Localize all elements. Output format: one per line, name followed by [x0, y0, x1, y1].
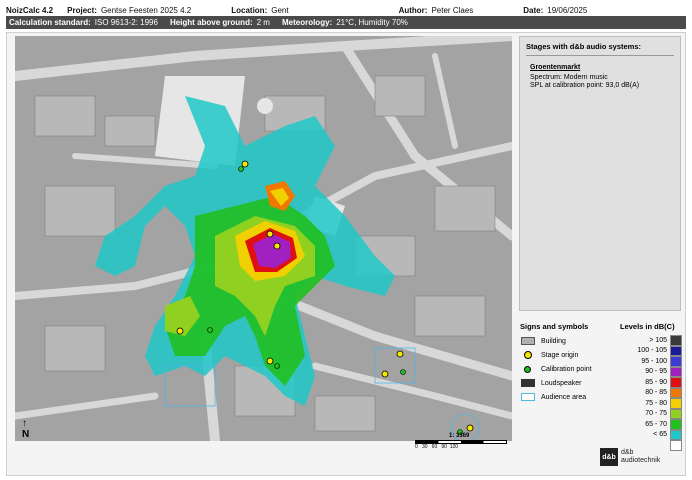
legend-label: Stage origin	[541, 351, 579, 359]
legend-label: Building	[541, 337, 566, 345]
project-label: Project:	[67, 5, 97, 15]
logo-name-line2: audiotechnik	[621, 457, 661, 464]
audience-area-icon	[521, 393, 535, 401]
north-arrow-icon: ↑ N	[22, 418, 30, 440]
level-row: 70 - 75	[612, 408, 682, 419]
legend-stage-origin: Stage origin	[521, 350, 578, 360]
app-title: NoizCalc 4.2	[6, 5, 54, 15]
level-swatch	[670, 335, 682, 346]
level-swatch	[670, 419, 682, 430]
level-row: 85 - 90	[612, 377, 682, 388]
legend-label: Calibration point	[541, 365, 592, 373]
level-row: 100 - 105	[612, 345, 682, 356]
meteorology-value: 21°C, Humidity 70%	[336, 18, 408, 27]
level-swatch	[670, 440, 682, 451]
level-swatch	[670, 387, 682, 398]
level-row: 65 - 70	[612, 419, 682, 430]
level-label: 80 - 85	[645, 389, 667, 397]
project-value: Gentse Feesten 2025 4.2	[100, 5, 192, 15]
date-value: 19/06/2025	[547, 5, 588, 15]
calibration-point-icon	[524, 365, 531, 373]
logo-mark: d&b	[600, 448, 618, 466]
level-label: 65 - 70	[645, 420, 667, 428]
scale-ticks: 0 30 60 90 120	[415, 444, 459, 450]
author-label: Author:	[398, 5, 428, 15]
level-swatch	[670, 356, 682, 367]
level-row: 75 - 80	[612, 398, 682, 409]
legend-audience-area: Audience area	[521, 392, 586, 402]
legend-building: Building	[521, 336, 566, 346]
legend-calibration-point: Calibration point	[521, 364, 592, 374]
noise-map[interactable]	[15, 36, 512, 441]
level-label: 75 - 80	[645, 399, 667, 407]
date-label: Date:	[523, 5, 544, 15]
level-swatch	[670, 377, 682, 388]
building-icon	[521, 337, 535, 345]
author-value: Peter Claes	[431, 5, 474, 15]
stages-divider	[526, 55, 674, 56]
logo-name-line1: d&b	[621, 449, 634, 456]
calc-standard-value: ISO 9613-2: 1996	[94, 18, 158, 27]
signs-title: Signs and symbols	[520, 322, 589, 331]
meteorology-label: Meteorology:	[281, 18, 333, 27]
level-row: 95 - 100	[612, 356, 682, 367]
logo-name: d&b audiotechnik	[621, 449, 660, 465]
level-row: 80 - 85	[612, 387, 682, 398]
level-swatch	[670, 429, 682, 440]
report-header: NoizCalc 4.2 Project: Gentse Feesten 202…	[6, 4, 686, 16]
noise-map-svg	[15, 36, 512, 441]
stage-spectrum: Spectrum: Modern music	[530, 74, 608, 81]
legend-label: Audience area	[541, 393, 587, 401]
level-label: 100 - 105	[637, 347, 667, 355]
level-label: 95 - 100	[641, 357, 667, 365]
level-swatch	[670, 398, 682, 409]
level-row: 90 - 95	[612, 366, 682, 377]
calculation-bar: Calculation standard: ISO 9613-2: 1996 H…	[6, 16, 686, 29]
level-label: 90 - 95	[645, 368, 667, 376]
location-value: Gent	[271, 5, 289, 15]
levels-title: Levels in dB(C)	[620, 322, 675, 331]
brand-logo: d&b d&b audiotechnik	[600, 448, 660, 466]
level-swatch	[670, 366, 682, 377]
stages-panel: Stages with d&b audio systems: Groentenm…	[519, 36, 681, 311]
scale-ratio: 1: 3369	[449, 433, 470, 439]
level-row: < 65	[612, 429, 682, 440]
stage-name: Groentenmarkt	[530, 64, 581, 71]
level-label: 70 - 75	[645, 410, 667, 418]
stage-spl: SPL at calibration point: 93,0 dB(A)	[530, 82, 640, 89]
height-label: Height above ground:	[169, 18, 253, 27]
level-row: > 105	[612, 335, 682, 346]
legend-loudspeaker: Loudspeaker	[521, 378, 581, 388]
level-label: 85 - 90	[645, 378, 667, 386]
level-swatch	[670, 345, 682, 356]
location-label: Location:	[231, 5, 268, 15]
level-swatch	[670, 408, 682, 419]
loudspeaker-icon	[521, 379, 535, 387]
stages-title: Stages with d&b audio systems:	[526, 42, 642, 51]
stage-origin-icon	[524, 351, 532, 359]
level-label: < 65	[653, 431, 667, 439]
calc-standard-label: Calculation standard:	[9, 18, 91, 27]
level-label: > 105	[649, 336, 667, 344]
legend-label: Loudspeaker	[541, 379, 582, 387]
map-scale: 1: 3369 0 30 60 90 120	[415, 433, 507, 450]
height-value: 2 m	[256, 18, 270, 27]
